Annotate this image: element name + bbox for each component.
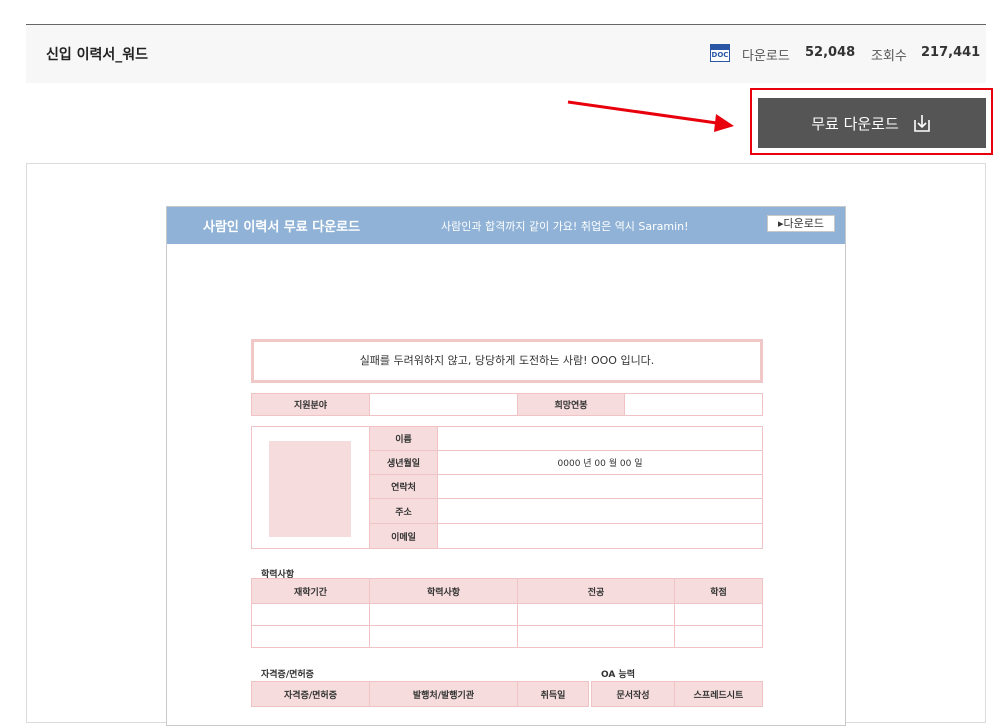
download-icon bbox=[913, 115, 930, 132]
birth-value: 0000 년 00 월 00 일 bbox=[437, 450, 763, 475]
banner-title: 사람인 이력서 무료 다운로드 bbox=[203, 220, 361, 235]
table-cell bbox=[674, 625, 763, 648]
oa-col-spreadsheet: 스프레드시트 bbox=[674, 681, 763, 707]
table-cell bbox=[251, 603, 370, 626]
name-label: 이름 bbox=[369, 426, 438, 451]
edu-col-period: 재학기간 bbox=[251, 578, 370, 604]
saramin-banner: 사람인 이력서 무료 다운로드 사람인과 합격까지 같이 가요! 취업은 역시 … bbox=[167, 207, 845, 244]
address-label: 주소 bbox=[369, 498, 438, 524]
download-button-label: 무료 다운로드 bbox=[811, 114, 899, 133]
banner-slogan: 사람인과 합격까지 같이 가요! 취업은 역시 Saramin! bbox=[441, 220, 689, 233]
name-value bbox=[437, 426, 763, 451]
doc-file-icon: DOC bbox=[710, 44, 730, 62]
edu-col-gpa: 학점 bbox=[674, 578, 763, 604]
table-cell bbox=[517, 625, 675, 648]
salary-label: 희망연봉 bbox=[517, 393, 625, 416]
address-value bbox=[437, 498, 763, 524]
file-type-label: DOC bbox=[711, 51, 729, 59]
downloads-count: 52,048 bbox=[805, 45, 856, 60]
table-cell bbox=[369, 625, 518, 648]
contact-value bbox=[437, 474, 763, 499]
table-cell bbox=[369, 603, 518, 626]
views-count: 217,441 bbox=[921, 45, 981, 60]
apply-field-value bbox=[369, 393, 518, 416]
oa-title: OA 능력 bbox=[601, 670, 636, 680]
cert-col-issuer: 발행처/발행기관 bbox=[369, 681, 518, 707]
contact-label: 연락처 bbox=[369, 474, 438, 499]
certificates-title: 자격증/면허증 bbox=[261, 670, 314, 680]
resume-motto: 실패를 두려워하지 않고, 당당하게 도전하는 사람! OOO 입니다. bbox=[251, 339, 763, 383]
apply-field-label: 지원분야 bbox=[251, 393, 370, 416]
email-label: 이메일 bbox=[369, 523, 438, 549]
salary-value bbox=[624, 393, 763, 416]
edu-col-major: 전공 bbox=[517, 578, 675, 604]
table-cell bbox=[517, 603, 675, 626]
table-cell bbox=[674, 603, 763, 626]
oa-col-documents: 문서작성 bbox=[591, 681, 675, 707]
birth-label: 생년월일 bbox=[369, 450, 438, 475]
free-download-button[interactable]: 무료 다운로드 bbox=[758, 98, 986, 148]
cert-col-date: 취득일 bbox=[517, 681, 589, 707]
document-title: 신입 이력서_워드 bbox=[46, 47, 149, 63]
edu-col-school: 학력사항 bbox=[369, 578, 518, 604]
banner-download-button[interactable]: ▸다운로드 bbox=[767, 215, 835, 232]
resume-document: 사람인 이력서 무료 다운로드 사람인과 합격까지 같이 가요! 취업은 역시 … bbox=[166, 206, 846, 726]
views-label: 조회수 bbox=[871, 49, 907, 64]
cert-col-name: 자격증/면허증 bbox=[251, 681, 370, 707]
photo-placeholder bbox=[269, 441, 351, 537]
annotation-arrow-icon bbox=[567, 100, 734, 132]
document-header: 신입 이력서_워드 DOC 다운로드 52,048 조회수 217,441 bbox=[26, 24, 986, 83]
email-value bbox=[437, 523, 763, 549]
downloads-label: 다운로드 bbox=[742, 49, 790, 64]
table-cell bbox=[251, 625, 370, 648]
